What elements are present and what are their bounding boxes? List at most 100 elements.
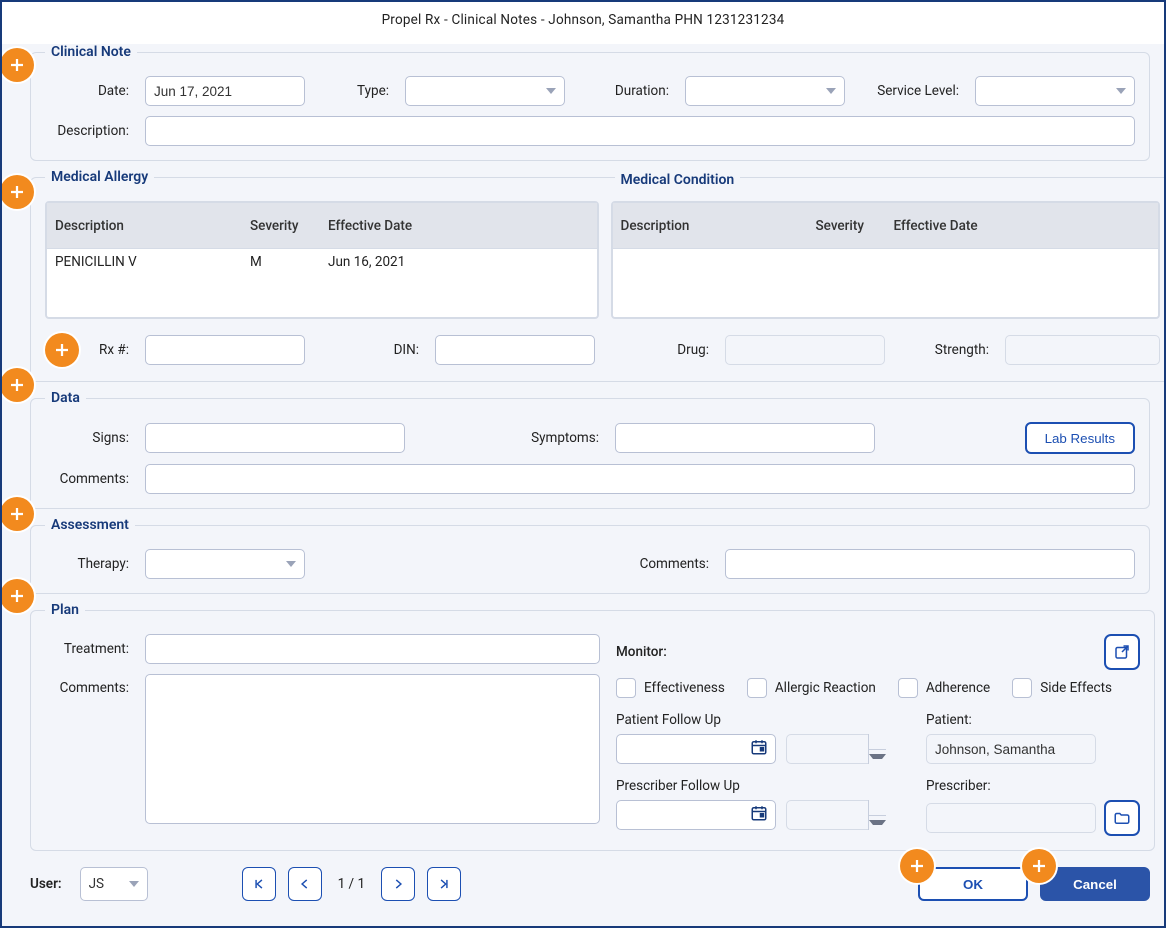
clinical-note-group: Clinical Note Date: Type: Duration: Serv… — [30, 44, 1150, 161]
window-title: Propel Rx - Clinical Notes - Johnson, Sa… — [2, 2, 1164, 36]
prescriber-label: Prescriber: — [926, 778, 1140, 794]
symptoms-input[interactable] — [615, 423, 875, 453]
sideeffects-label: Side Effects — [1040, 680, 1112, 696]
patient-followup-label: Patient Follow Up — [616, 712, 906, 728]
chevron-down-icon — [546, 88, 556, 94]
treatment-input[interactable] — [145, 634, 600, 664]
chevron-down-icon — [286, 561, 296, 567]
rxnum-input[interactable] — [145, 335, 305, 365]
assessment-comments-label: Comments: — [315, 556, 715, 572]
date-label: Date: — [45, 83, 135, 99]
prev-page-button[interactable] — [288, 867, 322, 901]
condition-legend: Medical Condition — [615, 172, 741, 188]
spinner-down[interactable] — [869, 750, 886, 765]
rxnum-label: Rx #: — [91, 342, 135, 358]
plus-icon — [0, 175, 34, 209]
data-group: Data Signs: Symptoms: Lab Results Commen… — [30, 390, 1150, 509]
description-label: Description: — [45, 123, 135, 139]
first-page-button[interactable] — [242, 867, 276, 901]
cancel-button[interactable]: Cancel — [1040, 867, 1150, 901]
calendar-icon[interactable] — [750, 738, 768, 760]
type-label: Type: — [335, 83, 395, 99]
effectiveness-label: Effectiveness — [644, 680, 725, 696]
chevron-down-icon — [129, 881, 139, 887]
treatment-label: Treatment: — [45, 641, 135, 657]
sideeffects-checkbox[interactable] — [1012, 678, 1032, 698]
next-page-button[interactable] — [381, 867, 415, 901]
user-select[interactable]: JS — [80, 867, 148, 901]
ok-button[interactable]: OK — [918, 867, 1028, 901]
allergy-table[interactable]: Description Severity Effective Date PENI… — [45, 201, 599, 319]
data-comments-label: Comments: — [45, 471, 135, 487]
plus-icon — [0, 48, 34, 82]
duration-select[interactable] — [685, 76, 845, 106]
plus-icon — [0, 368, 34, 402]
popout-button[interactable] — [1104, 634, 1140, 670]
monitor-label: Monitor: — [616, 644, 667, 660]
din-label: DIN: — [315, 342, 425, 358]
plus-icon — [45, 333, 79, 367]
last-page-button[interactable] — [427, 867, 461, 901]
plus-icon — [0, 579, 34, 613]
plus-icon — [1022, 849, 1056, 883]
user-value: JS — [89, 876, 129, 892]
calendar-icon[interactable] — [750, 804, 768, 826]
drug-input — [725, 335, 885, 365]
plus-icon — [0, 497, 34, 531]
patient-label: Patient: — [926, 712, 1140, 728]
page-indicator: 1 / 1 — [334, 876, 369, 892]
signs-input[interactable] — [145, 423, 405, 453]
condition-table[interactable]: Description Severity Effective Date — [611, 201, 1161, 319]
therapy-select[interactable] — [145, 549, 305, 579]
service-level-label: Service Level: — [855, 83, 965, 99]
duration-label: Duration: — [595, 83, 675, 99]
plan-group: Plan Treatment: Comments: Mon — [30, 602, 1155, 851]
drug-label: Drug: — [605, 342, 715, 358]
spinner-up[interactable] — [869, 800, 886, 816]
user-label: User: — [30, 876, 68, 892]
cell-description: PENICILLIN V — [47, 254, 242, 270]
col-effective-date: Effective Date — [886, 218, 1006, 234]
data-comments-input[interactable] — [145, 464, 1135, 494]
date-input[interactable] — [145, 76, 305, 106]
type-select[interactable] — [405, 76, 565, 106]
allergic-label: Allergic Reaction — [775, 680, 876, 696]
patient-field — [926, 734, 1096, 764]
chevron-down-icon — [826, 88, 836, 94]
adherence-label: Adherence — [926, 680, 990, 696]
col-effective-date: Effective Date — [320, 218, 440, 234]
cell-severity: M — [242, 254, 320, 270]
plus-icon — [900, 849, 934, 883]
plan-comments-input[interactable] — [145, 674, 600, 824]
allergic-checkbox[interactable] — [747, 678, 767, 698]
strength-label: Strength: — [895, 342, 995, 358]
service-level-select[interactable] — [975, 76, 1135, 106]
col-description: Description — [613, 218, 808, 234]
folder-button[interactable] — [1104, 800, 1140, 836]
allergy-legend: Medical Allergy — [45, 169, 154, 185]
assessment-legend: Assessment — [45, 517, 135, 533]
col-severity: Severity — [808, 218, 886, 234]
chevron-down-icon — [1116, 88, 1126, 94]
spinner-down[interactable] — [869, 816, 886, 831]
plan-legend: Plan — [45, 602, 85, 618]
din-input[interactable] — [435, 335, 595, 365]
effectiveness-checkbox[interactable] — [616, 678, 636, 698]
clinical-note-legend: Clinical Note — [45, 44, 137, 60]
table-row[interactable]: PENICILLIN V M Jun 16, 2021 — [47, 249, 597, 275]
prescriber-field — [926, 803, 1096, 833]
adherence-checkbox[interactable] — [898, 678, 918, 698]
therapy-label: Therapy: — [45, 556, 135, 572]
strength-input — [1005, 335, 1160, 365]
allergy-condition-group: Medical Allergy Description Severity Eff… — [30, 169, 1166, 382]
plan-comments-label: Comments: — [45, 674, 135, 696]
prescriber-followup-label: Prescriber Follow Up — [616, 778, 906, 794]
description-input[interactable] — [145, 116, 1135, 146]
col-severity: Severity — [242, 218, 320, 234]
lab-results-button[interactable]: Lab Results — [1025, 422, 1135, 454]
col-description: Description — [47, 218, 242, 234]
data-legend: Data — [45, 390, 86, 406]
signs-label: Signs: — [45, 430, 135, 446]
assessment-comments-input[interactable] — [725, 549, 1135, 579]
spinner-up[interactable] — [869, 734, 886, 750]
